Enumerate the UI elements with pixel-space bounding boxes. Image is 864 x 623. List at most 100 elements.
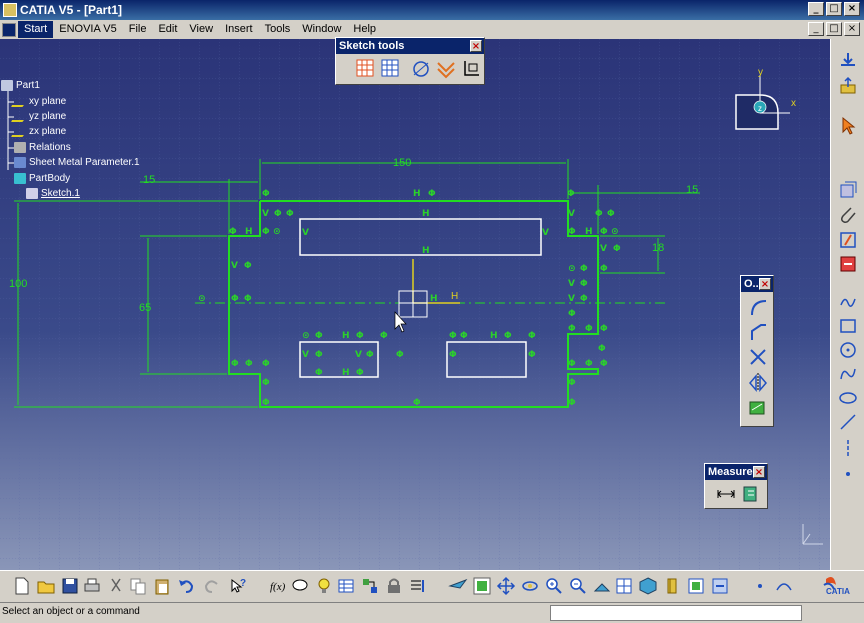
project-3d-icon[interactable] xyxy=(747,396,769,418)
mirror-icon[interactable] xyxy=(747,371,769,393)
contact-constraint-icon[interactable] xyxy=(837,253,859,275)
multi-view-icon[interactable] xyxy=(614,576,634,596)
menu-start[interactable]: Start xyxy=(18,21,54,38)
menu-enovia[interactable]: ENOVIA V5 xyxy=(53,21,122,38)
menu-tools[interactable]: Tools xyxy=(259,21,297,38)
measure-toolbar[interactable]: Measure × xyxy=(704,463,768,509)
circle-icon[interactable] xyxy=(837,339,859,361)
help-icon[interactable]: ? xyxy=(228,576,248,596)
doc-close-button[interactable]: × xyxy=(844,22,860,36)
operation-toolbar-title-bar[interactable]: O... × xyxy=(741,276,773,292)
document-icon[interactable] xyxy=(2,22,16,37)
point-icon[interactable] xyxy=(837,463,859,485)
catalog-icon[interactable] xyxy=(360,576,380,596)
print-icon[interactable] xyxy=(82,576,102,596)
doc-restore-button[interactable]: □ xyxy=(826,22,842,36)
light-icon[interactable] xyxy=(314,576,334,596)
sketch-tools-toolbar[interactable]: Sketch tools × xyxy=(335,37,485,85)
menu-view[interactable]: View xyxy=(183,21,219,38)
measure-toolbar-title-bar[interactable]: Measure × xyxy=(705,464,767,480)
ellipse-icon[interactable] xyxy=(837,387,859,409)
close-button[interactable]: × xyxy=(844,2,860,16)
svg-text:Φ: Φ xyxy=(262,227,270,237)
construction-grid-icon[interactable] xyxy=(379,57,401,79)
doc-minimize-button[interactable]: _ xyxy=(808,22,824,36)
operation-toolbar-close-button[interactable]: × xyxy=(759,278,771,290)
tree-item-yz-plane[interactable]: yz plane xyxy=(10,111,66,122)
corner-icon[interactable] xyxy=(747,296,769,318)
point-small-icon[interactable] xyxy=(750,576,770,596)
minimize-button[interactable]: _ xyxy=(808,2,824,16)
dimensional-constraints-icon[interactable] xyxy=(435,57,457,79)
svg-text:z: z xyxy=(758,104,762,113)
zoom-out-icon[interactable] xyxy=(568,576,588,596)
exit-workbench-icon[interactable] xyxy=(837,49,859,71)
command-input[interactable] xyxy=(550,605,802,621)
menu-help[interactable]: Help xyxy=(347,21,382,38)
snap-grid-icon[interactable] xyxy=(354,57,376,79)
table-icon[interactable] xyxy=(336,576,356,596)
cut-icon[interactable] xyxy=(106,576,126,596)
arc-icon[interactable] xyxy=(774,576,794,596)
zoom-in-icon[interactable] xyxy=(544,576,564,596)
chamfer-icon[interactable] xyxy=(747,321,769,343)
sketch-tools-close-button[interactable]: × xyxy=(470,40,482,52)
comment-icon[interactable] xyxy=(290,576,310,596)
select-icon[interactable] xyxy=(837,115,859,137)
tree-item-relations[interactable]: Relations xyxy=(14,142,71,153)
measure-toolbar-close-button[interactable]: × xyxy=(753,466,765,478)
svg-text:H: H xyxy=(422,209,430,219)
menu-file[interactable]: File xyxy=(123,21,153,38)
spline-icon[interactable] xyxy=(837,363,859,385)
profile-icon[interactable] xyxy=(837,291,859,313)
trim-icon[interactable] xyxy=(747,346,769,368)
paste-icon[interactable] xyxy=(152,576,172,596)
geometric-constraints-icon[interactable] xyxy=(410,57,432,79)
fly-icon[interactable] xyxy=(448,576,468,596)
axis-icon[interactable] xyxy=(837,437,859,459)
save-icon[interactable] xyxy=(60,576,80,596)
tree-item-sheet-metal-parameter[interactable]: Sheet Metal Parameter.1 xyxy=(14,157,140,168)
auto-constraint-icon[interactable] xyxy=(460,57,482,79)
redo-icon[interactable] xyxy=(202,576,222,596)
measure-between-icon[interactable] xyxy=(715,483,737,505)
tree-item-xy-plane[interactable]: xy plane xyxy=(10,96,66,107)
operation-toolbar[interactable]: O... × xyxy=(740,275,774,427)
lock-icon[interactable] xyxy=(384,576,404,596)
shading-icon[interactable] xyxy=(662,576,682,596)
svg-text:V: V xyxy=(355,350,362,360)
line-icon[interactable] xyxy=(837,411,859,433)
svg-text:Φ: Φ xyxy=(315,368,323,378)
svg-text:Φ: Φ xyxy=(568,398,576,408)
list-icon[interactable] xyxy=(408,576,428,596)
menu-edit[interactable]: Edit xyxy=(152,21,183,38)
pan-icon[interactable] xyxy=(496,576,516,596)
export-icon[interactable] xyxy=(837,75,859,97)
open-icon[interactable] xyxy=(36,576,56,596)
tree-item-sketch1[interactable]: Sketch.1 xyxy=(26,188,80,199)
constraint-icon[interactable] xyxy=(837,229,859,251)
isometric-view-icon[interactable] xyxy=(638,576,658,596)
swap-visible-icon[interactable] xyxy=(710,576,730,596)
undo-icon[interactable] xyxy=(176,576,196,596)
tree-item-partbody[interactable]: PartBody xyxy=(14,173,70,184)
fit-all-icon[interactable] xyxy=(472,576,492,596)
hide-show-icon[interactable] xyxy=(686,576,706,596)
window-title-bar[interactable]: CATIA V5 - [Part1] _ □ × xyxy=(0,0,864,20)
tree-item-zx-plane[interactable]: zx plane xyxy=(10,126,66,137)
sketch-tools-title-bar[interactable]: Sketch tools × xyxy=(336,38,484,54)
copy-icon[interactable] xyxy=(128,576,148,596)
restore-button[interactable]: □ xyxy=(826,2,842,16)
normal-view-icon[interactable] xyxy=(592,576,612,596)
measure-item-icon[interactable] xyxy=(740,483,762,505)
tree-item-part1[interactable]: Part1 xyxy=(1,80,40,91)
cut-part-icon[interactable] xyxy=(837,179,859,201)
clip-icon[interactable] xyxy=(837,204,859,226)
rectangle-icon[interactable] xyxy=(837,315,859,337)
menu-insert[interactable]: Insert xyxy=(219,21,259,38)
svg-text:H: H xyxy=(422,246,430,256)
menu-window[interactable]: Window xyxy=(296,21,347,38)
new-icon[interactable] xyxy=(12,576,32,596)
rotate-icon[interactable] xyxy=(520,576,540,596)
formula-icon[interactable]: f(x) xyxy=(268,576,288,596)
